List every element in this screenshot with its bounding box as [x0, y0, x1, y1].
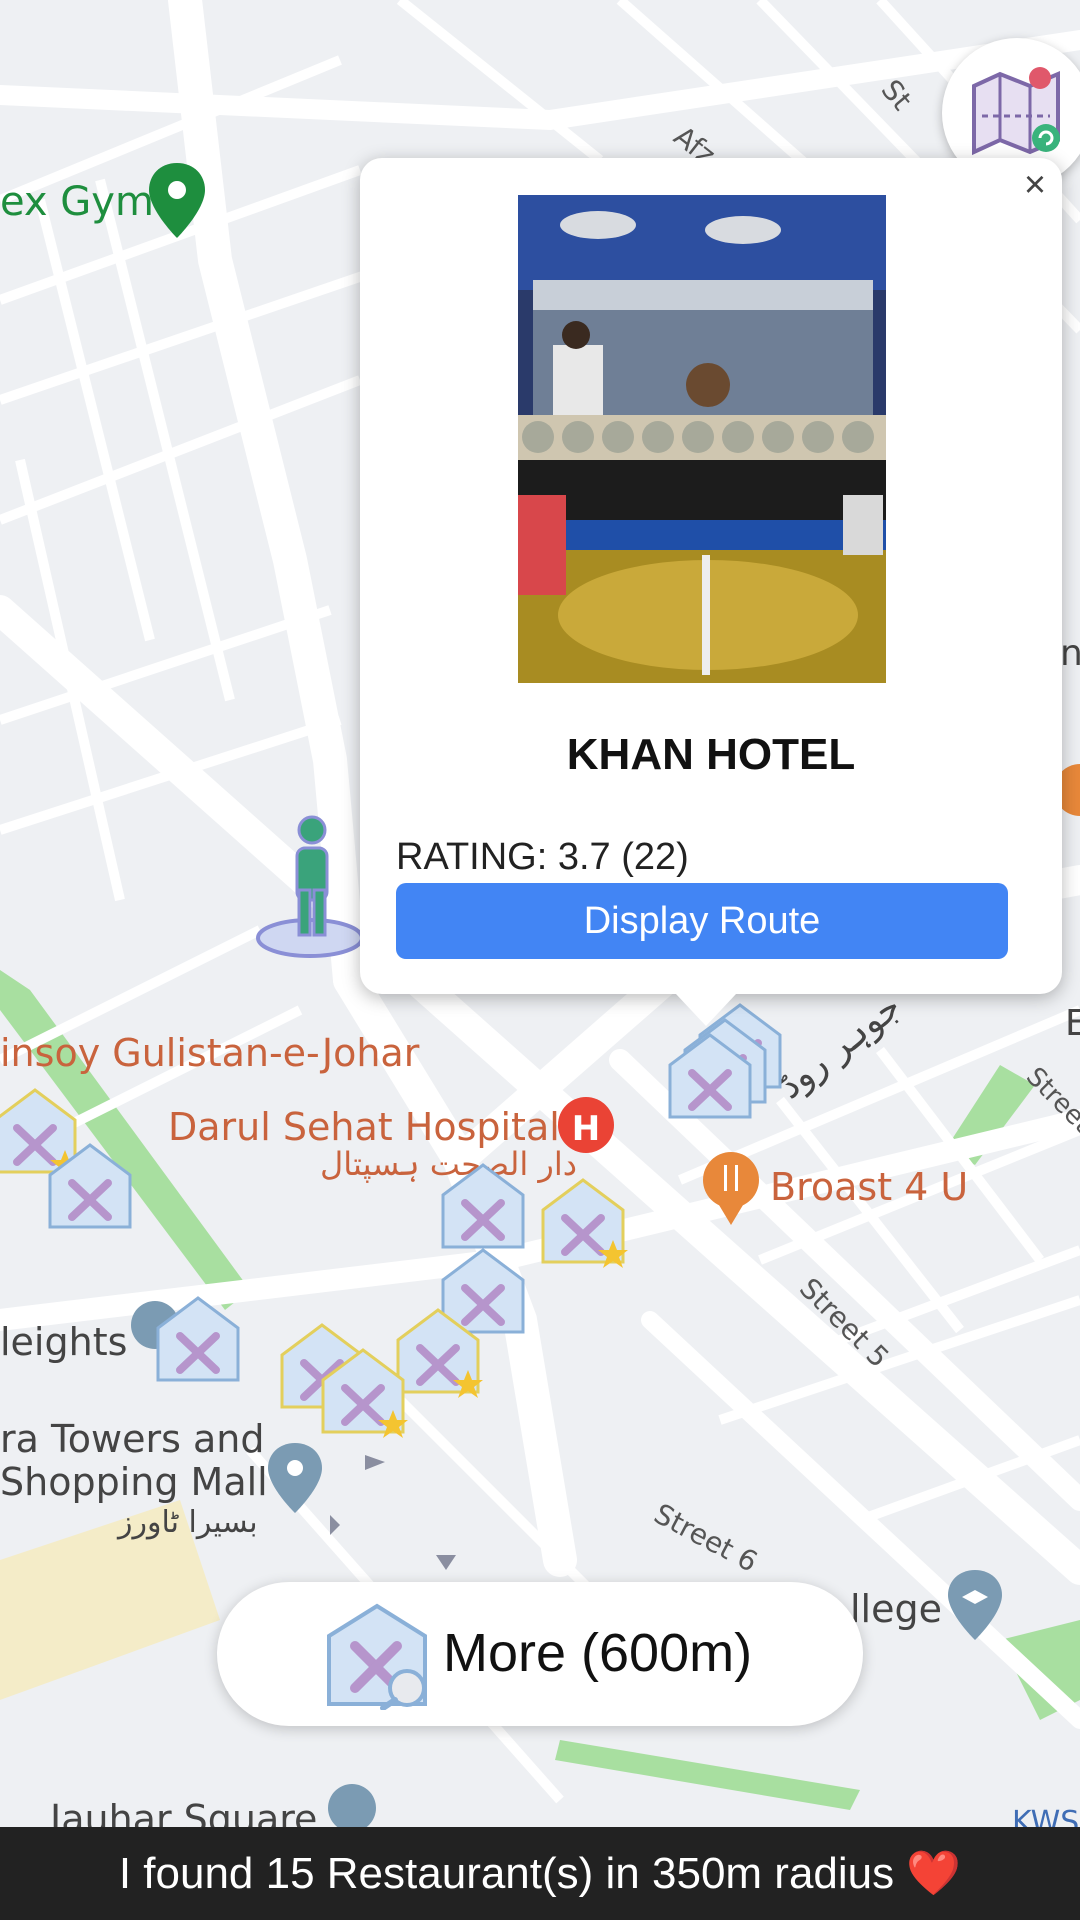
svg-text:H: H	[572, 1109, 600, 1149]
display-route-button[interactable]: Display Route	[396, 883, 1008, 959]
popup-pointer	[676, 994, 736, 1026]
map-label-edge-e: E	[1065, 1003, 1080, 1044]
more-button-label: More (600m)	[443, 1623, 753, 1683]
place-photo	[518, 195, 886, 683]
map-label-insoy[interactable]: insoy Gulistan-e-Johar	[0, 1031, 420, 1075]
map-label-heights[interactable]: leights	[0, 1320, 127, 1364]
map-label-gym[interactable]: ex Gym	[0, 179, 154, 225]
results-footer: I found 15 Restaurant(s) in 350m radius …	[0, 1827, 1080, 1920]
map-label-towers-1[interactable]: ra Towers and	[0, 1417, 264, 1461]
map-label-hospital-urdu: دار الصحت ہسپتال	[320, 1145, 577, 1183]
place-rating: RATING: 3.7 (22)	[396, 836, 689, 878]
map-label-college[interactable]: llege	[850, 1587, 942, 1631]
map-label-broast[interactable]: Broast 4 U	[770, 1165, 968, 1209]
map-label-towers-urdu: بسیرا ٹاورز	[116, 1505, 258, 1540]
restaurant-search-icon	[327, 1603, 427, 1710]
more-restaurants-button[interactable]: More (600m)	[217, 1582, 863, 1726]
map-refresh-icon	[972, 67, 1060, 156]
close-icon[interactable]: ×	[1018, 166, 1052, 204]
place-title: KHAN HOTEL	[566, 730, 856, 779]
map-label-hospital[interactable]: Darul Sehat Hospital	[168, 1105, 560, 1149]
map-label-edge-n: n	[1060, 633, 1080, 674]
square-pin-icon[interactable]	[328, 1784, 376, 1832]
map-label-towers-2[interactable]: Shopping Mall	[0, 1460, 268, 1504]
